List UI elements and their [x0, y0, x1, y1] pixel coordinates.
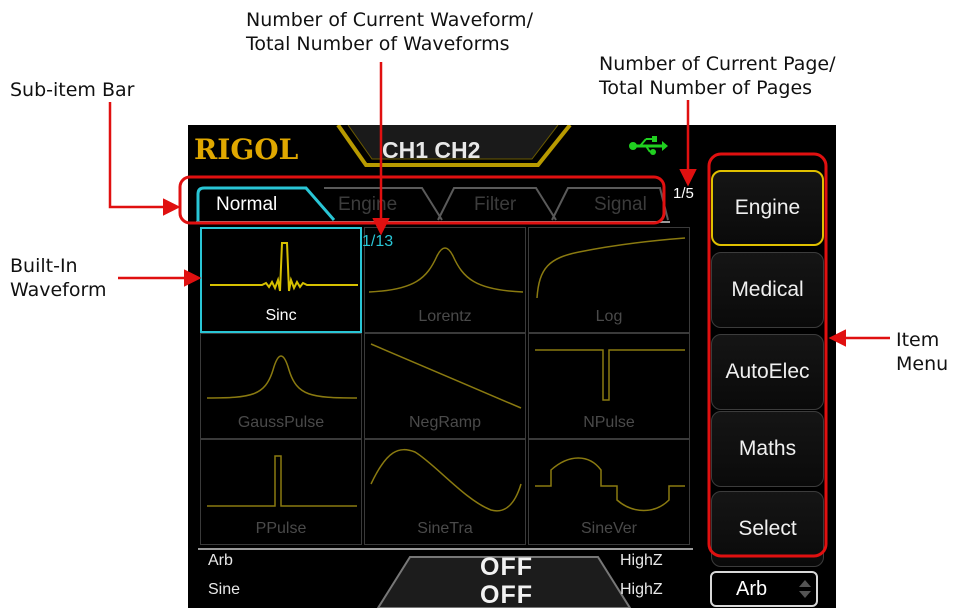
device-screen: RIGOL CH1 CH2 1/5 Normal Engine Filter S… [188, 125, 836, 608]
waveform-sinetra[interactable]: SineTra [364, 439, 526, 545]
waveform-negramp-label: NegRamp [408, 414, 482, 431]
usb-icon [629, 136, 668, 155]
waveform-npulse-label: NPulse [583, 414, 635, 431]
annotation-waveform-count-line2: Total Number of Waveforms [246, 33, 510, 55]
tab-engine-label: Engine [338, 194, 398, 215]
ch1-load: HighZ [620, 552, 663, 569]
waveform-lorentz-label: Lorentz [418, 308, 472, 325]
menu-maths[interactable]: Maths [711, 411, 824, 487]
ch2-output-status[interactable]: OFF [480, 581, 533, 608]
annotation-waveform-count-line1: Number of Current Waveform/ [246, 9, 533, 31]
tab-normal-label: Normal [216, 194, 278, 215]
page-number: 1/5 [673, 185, 694, 202]
menu-select[interactable]: Select [711, 491, 824, 567]
annotation-page-count-line1: Number of Current Page/ [599, 53, 836, 75]
tab-normal[interactable]: Normal [196, 186, 336, 222]
waveform-sinc[interactable]: Sinc [200, 227, 362, 333]
ch2-load: HighZ [620, 581, 663, 598]
annotation-page-count-line2: Total Number of Pages [599, 77, 813, 99]
waveform-sinever[interactable]: SineVer [528, 439, 690, 545]
arb-selector-label: Arb [736, 578, 768, 600]
waveform-sinever-label: SineVer [580, 520, 638, 537]
channel-indicator: CH1 CH2 [382, 137, 481, 163]
annotation-item-menu: Item Menu [896, 328, 948, 376]
tab-engine[interactable]: Engine [322, 186, 443, 221]
waveform-sinc-label: Sinc [265, 307, 297, 324]
tab-signal-label: Signal [594, 194, 647, 215]
waveform-log[interactable]: Log [528, 227, 690, 333]
tab-filter[interactable]: Filter [436, 186, 557, 221]
ch1-output-status[interactable]: OFF [480, 553, 533, 582]
waveform-ppulse[interactable]: PPulse [200, 439, 362, 545]
tab-filter-label: Filter [474, 194, 517, 215]
waveform-log-label: Log [595, 308, 623, 325]
ch2-waveform-type: Sine [208, 581, 241, 598]
tab-signal[interactable]: Signal [550, 186, 670, 221]
waveform-npulse[interactable]: NPulse [528, 333, 690, 439]
waveform-gausspulse[interactable]: GaussPulse [200, 333, 362, 439]
annotation-item-line2: Menu [896, 353, 949, 375]
spin-arrows-icon [799, 580, 811, 598]
annotation-item-line1: Item [896, 329, 940, 351]
rigol-logo: RIGOL [194, 133, 299, 166]
menu-autoelec[interactable]: AutoElec [711, 334, 824, 410]
annotation-page-count: Number of Current Page/ Total Number of … [599, 52, 836, 100]
ch1-waveform-type: Arb [208, 552, 233, 569]
annotation-waveform-count: Number of Current Waveform/ Total Number… [246, 8, 533, 56]
menu-medical[interactable]: Medical [711, 252, 824, 328]
arb-selector[interactable]: Arb [710, 571, 818, 607]
waveform-counter: 1/13 [362, 233, 394, 250]
menu-engine[interactable]: Engine [711, 170, 824, 246]
annotation-builtin-line2: Waveform [10, 279, 107, 301]
waveform-ppulse-label: PPulse [255, 520, 307, 537]
annotation-sub-item-bar: Sub-item Bar [10, 79, 135, 101]
waveform-gausspulse-label: GaussPulse [237, 414, 325, 431]
waveform-negramp[interactable]: NegRamp [364, 333, 526, 439]
annotation-builtin-waveform: Built-In Waveform [10, 254, 106, 302]
waveform-sinetra-label: SineTra [417, 520, 473, 537]
annotation-builtin-line1: Built-In [10, 255, 78, 277]
